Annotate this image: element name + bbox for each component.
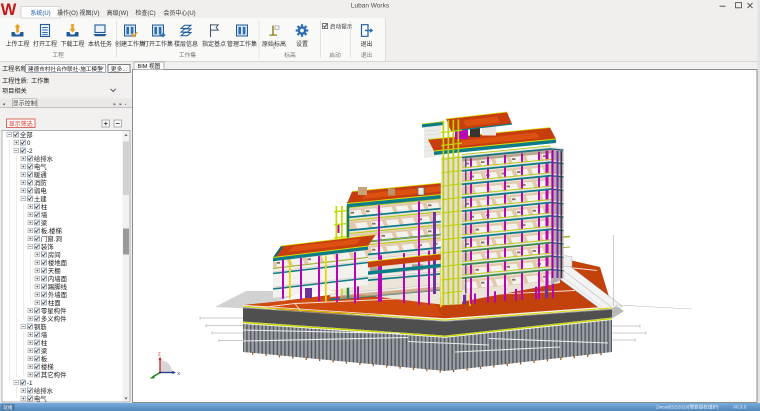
svg-text:˅: ˅	[273, 45, 276, 50]
svg-text:设置: 设置	[296, 40, 308, 48]
svg-text:会员中心(U): 会员中心(U)	[163, 9, 195, 17]
svg-text:弱电: 弱电	[34, 186, 47, 195]
svg-text:上传工程: 上传工程	[5, 40, 29, 48]
svg-text:工作集: 工作集	[31, 77, 50, 85]
svg-text:管理工作集: 管理工作集	[227, 40, 257, 48]
svg-text:显示控制: 显示控制	[13, 99, 37, 107]
svg-text:内墙面: 内墙面	[48, 274, 68, 283]
svg-text:打开工程: 打开工程	[33, 40, 57, 48]
svg-text:楼梯: 楼梯	[41, 362, 54, 371]
svg-text:更多...: 更多...	[111, 65, 128, 73]
svg-text:板.楼梯: 板.楼梯	[41, 226, 63, 235]
svg-text:BIM 视图: BIM 视图	[138, 62, 161, 70]
svg-text:柱: 柱	[41, 202, 48, 211]
svg-text:打开工作集: 打开工作集	[143, 40, 173, 48]
svg-text:Zwcad(32)2019(需要授权维护): Zwcad(32)2019(需要授权维护)	[656, 403, 719, 410]
svg-text:V6.3.0: V6.3.0	[733, 404, 747, 409]
svg-text:工程名称:: 工程名称:	[2, 65, 29, 73]
svg-text:板: 板	[41, 354, 48, 363]
svg-text:退出: 退出	[360, 40, 372, 48]
svg-text:梁: 梁	[41, 218, 48, 227]
svg-text:启动: 启动	[329, 51, 341, 59]
svg-text:就绪: 就绪	[3, 404, 13, 411]
svg-text:Z: Z	[158, 351, 161, 357]
svg-text:给排水: 给排水	[34, 154, 54, 163]
svg-text:退出: 退出	[361, 51, 373, 59]
svg-text:零星构件: 零星构件	[41, 306, 67, 315]
svg-text:本机任务: 本机任务	[88, 40, 112, 48]
svg-text:墙: 墙	[41, 330, 48, 339]
svg-text:墙: 墙	[41, 210, 48, 219]
svg-text:房间: 房间	[48, 250, 61, 259]
svg-text:土建: 土建	[34, 194, 47, 203]
svg-text:下载工程: 下载工程	[60, 40, 84, 48]
svg-text:操作(O): 操作(O)	[57, 9, 78, 17]
svg-text:显示筛选: 显示筛选	[9, 120, 33, 128]
svg-text:装饰: 装饰	[41, 242, 54, 251]
svg-text:W: W	[1, 1, 17, 19]
svg-text:工作集: 工作集	[179, 51, 197, 59]
svg-text:项目相关: 项目相关	[2, 87, 27, 95]
svg-text:启动提示: 启动提示	[330, 22, 353, 30]
svg-text:标高: 标高	[284, 51, 296, 59]
svg-text:楼层信息: 楼层信息	[174, 40, 198, 48]
svg-text:其它构件: 其它构件	[41, 370, 67, 379]
svg-text:检查(C): 检查(C)	[135, 9, 155, 17]
svg-text:高级(W): 高级(W)	[107, 9, 129, 17]
svg-text:踢脚线: 踢脚线	[48, 282, 68, 291]
svg-text:视图(V): 视图(V)	[80, 9, 100, 17]
svg-text:工程性质:: 工程性质:	[2, 77, 29, 85]
svg-text:建德市村社合作联社-施工模型: 建德市村社合作联社-施工模型	[28, 65, 103, 73]
svg-text:消防: 消防	[34, 178, 47, 187]
svg-text:0: 0	[27, 140, 31, 147]
svg-text:门窗.洞: 门窗.洞	[41, 234, 62, 243]
svg-text:暖通: 暖通	[34, 170, 47, 179]
svg-text:给排水: 给排水	[34, 386, 54, 395]
svg-text:天棚: 天棚	[48, 266, 61, 275]
svg-text:指定基点: 指定基点	[202, 40, 226, 48]
svg-text:创建工作集: 创建工作集	[115, 40, 145, 48]
svg-text:电气: 电气	[34, 394, 47, 403]
svg-text:钢筋: 钢筋	[34, 322, 47, 331]
svg-text:Luban Works: Luban Works	[351, 3, 390, 10]
svg-text:柱: 柱	[41, 338, 48, 347]
svg-text:柱面: 柱面	[48, 298, 61, 307]
svg-text:电气: 电气	[34, 162, 47, 171]
svg-text:-1: -1	[27, 380, 33, 387]
svg-text:工程: 工程	[52, 51, 64, 59]
svg-text:全部: 全部	[20, 130, 33, 139]
svg-text:梁: 梁	[41, 346, 48, 355]
svg-text:系统(U): 系统(U)	[30, 9, 50, 17]
svg-text:-2: -2	[27, 148, 33, 155]
svg-text:楼地面: 楼地面	[48, 258, 68, 267]
svg-text:多义构件: 多义构件	[41, 314, 67, 323]
svg-text:外墙面: 外墙面	[48, 290, 68, 299]
